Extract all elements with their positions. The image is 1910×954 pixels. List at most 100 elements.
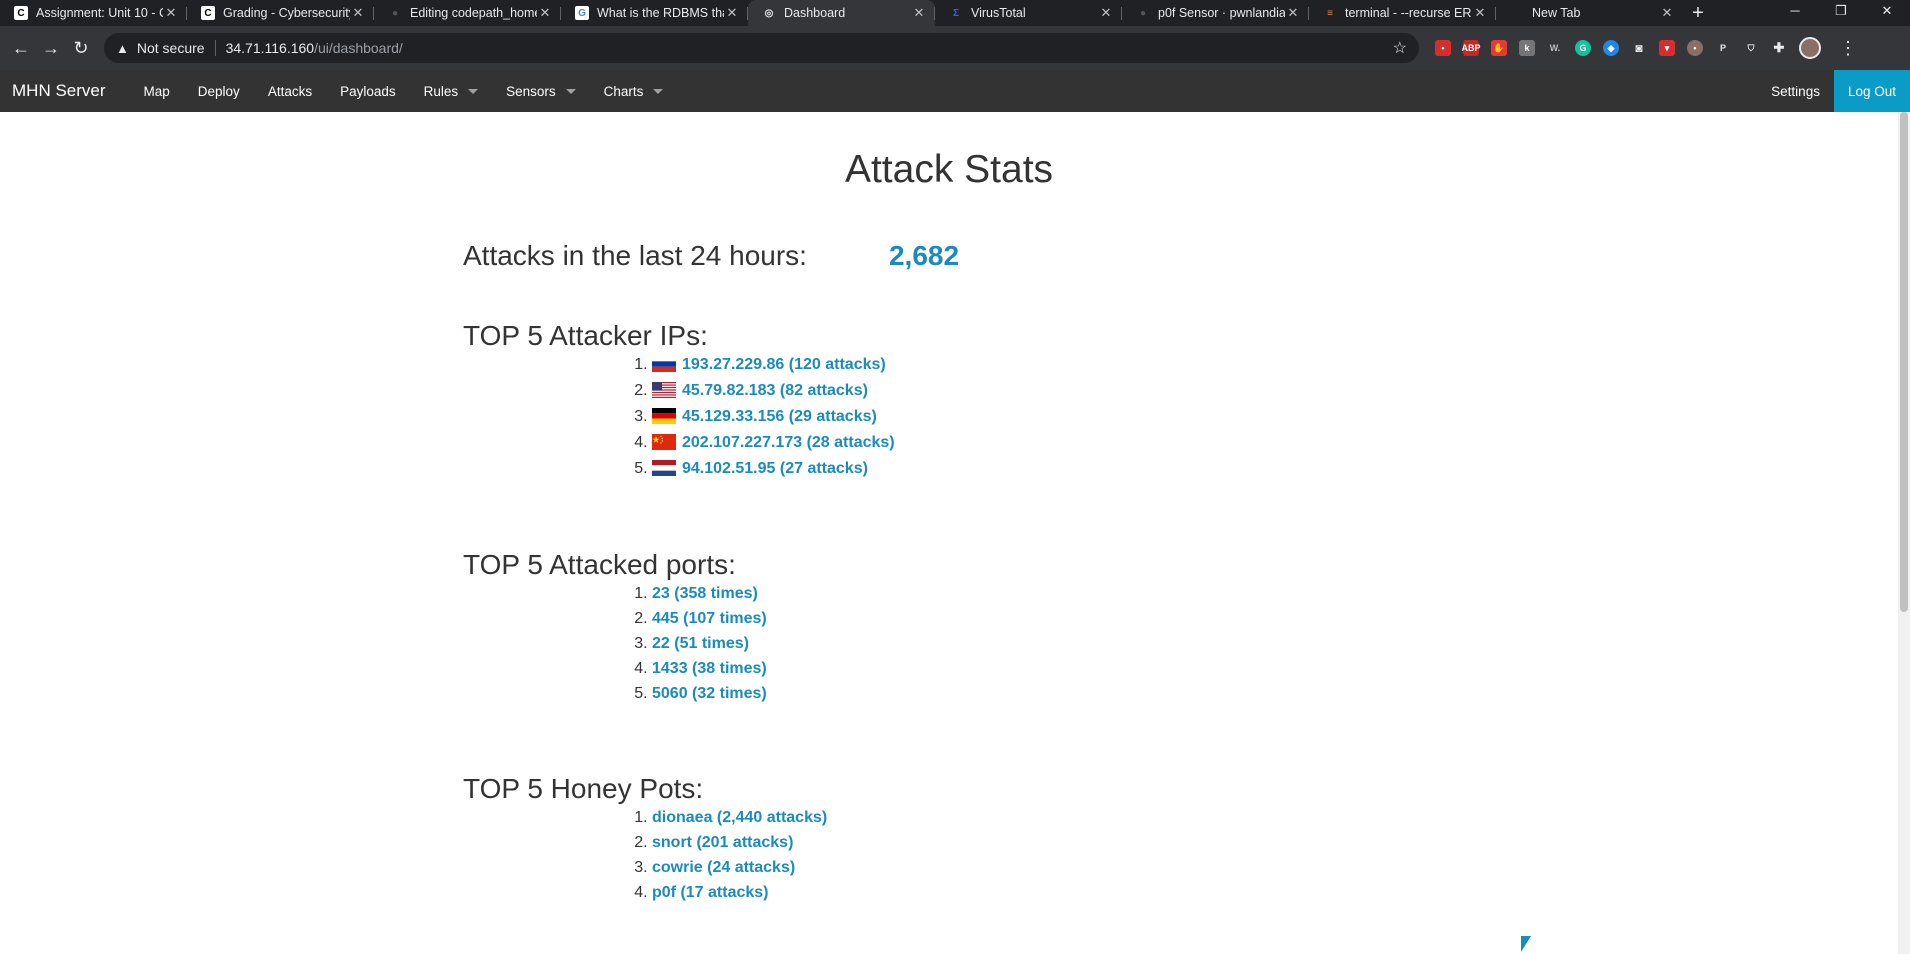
security-label: Not secure bbox=[136, 40, 205, 56]
browser-tab[interactable]: G What is the RDBMS tha ✕ bbox=[561, 0, 748, 26]
extension-k-icon[interactable]: k bbox=[1519, 40, 1535, 56]
nav-item-charts[interactable]: Charts bbox=[590, 70, 678, 112]
reload-icon[interactable]: ↻ bbox=[66, 33, 96, 63]
camera-icon[interactable]: ◙ bbox=[1631, 40, 1647, 56]
tab-close-icon[interactable]: ✕ bbox=[1659, 5, 1675, 21]
address-bar[interactable]: ▲ Not secure 34.71.116.160/ui/dashboard/… bbox=[104, 33, 1419, 63]
attacker-ip-link[interactable]: 45.129.33.156 (29 attacks) bbox=[682, 408, 877, 425]
nav-item-label: Rules bbox=[423, 83, 459, 99]
honeypot-link[interactable]: snort (201 attacks) bbox=[652, 834, 793, 851]
wappalyzer-icon[interactable]: W. bbox=[1547, 40, 1563, 56]
avatar[interactable] bbox=[1799, 37, 1821, 59]
adblock-icon[interactable]: ABP bbox=[1462, 40, 1481, 56]
lastpass-icon[interactable]: • bbox=[1435, 40, 1451, 56]
attacker-ip-link[interactable]: 45.79.82.183 (82 attacks) bbox=[682, 382, 868, 399]
attacks-24h-value: 2,682 bbox=[888, 240, 960, 271]
top-ips-title: TOP 5 Attacker IPs: bbox=[463, 320, 708, 351]
tab-close-icon[interactable]: ✕ bbox=[724, 5, 740, 21]
attacker-ip-link[interactable]: 193.27.229.86 (120 attacks) bbox=[682, 356, 886, 373]
tab-favicon-icon: ◎ bbox=[762, 6, 776, 20]
list-item: snort (201 attacks) bbox=[652, 830, 827, 855]
browser-tab[interactable]: ● Editing codepath_home ✕ bbox=[374, 0, 561, 26]
honeypot-link[interactable]: dionaea (2,440 attacks) bbox=[652, 809, 827, 826]
menu-kebab-icon[interactable]: ⋮ bbox=[1839, 38, 1857, 59]
attacked-port-link[interactable]: 22 (51 times) bbox=[652, 635, 749, 652]
browser-tab[interactable]: C Assignment: Unit 10 - C ✕ bbox=[0, 0, 187, 26]
list-item: 5060 (32 times) bbox=[652, 681, 767, 706]
browser-tab[interactable]: C Grading - Cybersecurity ✕ bbox=[187, 0, 374, 26]
browser-tab[interactable]: ● p0f Sensor · pwnlandia ✕ bbox=[1122, 0, 1309, 26]
honeypot-link[interactable]: cowrie (24 attacks) bbox=[652, 859, 795, 876]
tab-close-icon[interactable]: ✕ bbox=[1098, 5, 1114, 21]
grammarly-icon[interactable]: G bbox=[1575, 40, 1591, 56]
caret-down-icon bbox=[565, 88, 576, 94]
attacked-port-link[interactable]: 5060 (32 times) bbox=[652, 685, 767, 702]
nav-item-attacks[interactable]: Attacks bbox=[254, 70, 326, 112]
attacked-port-link[interactable]: 1433 (38 times) bbox=[652, 660, 767, 677]
divider bbox=[214, 40, 216, 56]
forward-icon[interactable]: → bbox=[36, 33, 66, 63]
p-extension-icon[interactable]: P bbox=[1715, 40, 1731, 56]
attacker-ip-link[interactable]: 202.107.227.173 (28 attacks) bbox=[682, 434, 895, 451]
shield-icon[interactable]: ⛉ bbox=[1743, 40, 1759, 56]
nav-menu: Map Deploy Attacks Payloads Rules Sensors Char… bbox=[130, 70, 678, 112]
caret-down-icon bbox=[468, 88, 479, 94]
stop-hand-icon[interactable]: ✋ bbox=[1491, 40, 1507, 56]
list-item: p0f (17 attacks) bbox=[652, 880, 827, 905]
germany-flag-icon bbox=[652, 407, 676, 424]
nav-item-label: Attacks bbox=[267, 83, 313, 99]
scrollbar-thumb[interactable] bbox=[1900, 112, 1908, 612]
list-item: dionaea (2,440 attacks) bbox=[652, 805, 827, 830]
browser-tab[interactable]: ≡ terminal - --recurse ER ✕ bbox=[1309, 0, 1496, 26]
compass-icon[interactable]: ◈ bbox=[1603, 40, 1619, 56]
nav-item-sensors[interactable]: Sensors bbox=[492, 70, 590, 112]
new-tab-button[interactable]: + bbox=[1683, 0, 1713, 26]
tab-close-icon[interactable]: ✕ bbox=[163, 5, 179, 21]
bookmark-star-icon[interactable]: ☆ bbox=[1393, 38, 1407, 58]
tab-favicon-icon: ● bbox=[1136, 6, 1150, 20]
list-item: 94.102.51.95 (27 attacks) bbox=[652, 456, 895, 482]
browser-tab[interactable]: New Tab ✕ bbox=[1496, 0, 1683, 26]
nav-item-rules[interactable]: Rules bbox=[410, 70, 493, 112]
top-ports-list: 23 (358 times) 445 (107 times) 22 (51 time… bbox=[652, 581, 767, 706]
honeypot-link[interactable]: p0f (17 attacks) bbox=[652, 884, 769, 901]
nav-item-deploy[interactable]: Deploy bbox=[184, 70, 254, 112]
list-item: 45.129.33.156 (29 attacks) bbox=[652, 404, 895, 430]
tab-title: Assignment: Unit 10 - C bbox=[36, 6, 163, 20]
tab-favicon-icon bbox=[1510, 6, 1524, 20]
attacks-24h-row: Attacks in the last 24 hours: 2,682 bbox=[463, 240, 959, 272]
attacked-port-link[interactable]: 445 (107 times) bbox=[652, 610, 767, 627]
browser-tab[interactable]: ◎ Dashboard ✕ bbox=[748, 0, 935, 26]
page-content: Attack Stats Attacks in the last 24 hour… bbox=[0, 112, 1910, 954]
tab-close-icon[interactable]: ✕ bbox=[911, 5, 927, 21]
attacked-port-link[interactable]: 23 (358 times) bbox=[652, 585, 758, 602]
attacker-ip-link[interactable]: 94.102.51.95 (27 attacks) bbox=[682, 460, 868, 477]
logout-button[interactable]: Log Out bbox=[1833, 70, 1910, 112]
page-title: Attack Stats bbox=[844, 148, 1054, 191]
list-item: cowrie (24 attacks) bbox=[652, 855, 827, 880]
minimize-icon[interactable]: ─ bbox=[1772, 0, 1818, 26]
russia-flag-icon bbox=[652, 355, 676, 372]
back-icon[interactable]: ← bbox=[6, 33, 36, 63]
restore-icon[interactable]: ❐ bbox=[1818, 0, 1864, 26]
puzzle-icon[interactable]: ✚ bbox=[1771, 40, 1787, 56]
tab-title: Dashboard bbox=[784, 6, 846, 20]
close-window-icon[interactable]: ✕ bbox=[1864, 0, 1910, 26]
tab-close-icon[interactable]: ✕ bbox=[1285, 5, 1301, 21]
settings-link[interactable]: Settings bbox=[1757, 70, 1834, 112]
tab-favicon-icon: Σ bbox=[949, 6, 963, 20]
china-flag-icon bbox=[652, 433, 676, 450]
nav-item-map[interactable]: Map bbox=[130, 70, 184, 112]
nav-item-payloads[interactable]: Payloads bbox=[326, 70, 410, 112]
tab-close-icon[interactable]: ✕ bbox=[537, 5, 553, 21]
url-path: /ui/dashboard/ bbox=[314, 40, 403, 56]
pocket-icon[interactable]: ▾ bbox=[1659, 40, 1675, 56]
cookie-icon[interactable]: • bbox=[1687, 40, 1703, 56]
tab-close-icon[interactable]: ✕ bbox=[1472, 5, 1488, 21]
browser-tab[interactable]: Σ VirusTotal ✕ bbox=[935, 0, 1122, 26]
tab-close-icon[interactable]: ✕ bbox=[350, 5, 366, 21]
brand-link[interactable]: MHN Server bbox=[0, 70, 130, 112]
page-scrollbar[interactable] bbox=[1898, 112, 1910, 954]
tab-title: New Tab bbox=[1532, 6, 1581, 20]
tab-title: Editing codepath_home bbox=[410, 6, 537, 20]
